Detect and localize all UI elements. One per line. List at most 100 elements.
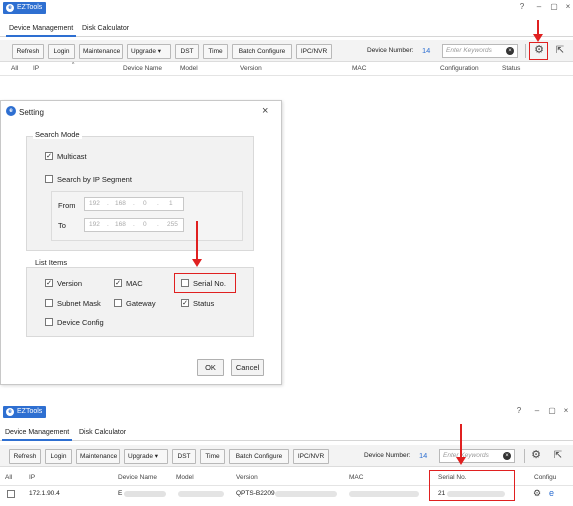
device-config-checkbox[interactable] [45, 318, 53, 326]
ip-dot: . [157, 200, 159, 207]
ok-button[interactable]: OK [197, 359, 224, 376]
mac-checkbox[interactable]: ✓ [114, 279, 122, 287]
col-all[interactable]: All [11, 65, 18, 72]
arrow-to-serial-no-head [192, 259, 202, 267]
search-input[interactable]: Enter Keywords × [439, 449, 515, 463]
col-mac[interactable]: MAC [352, 65, 366, 72]
maintenance-button[interactable]: Maintenance [76, 449, 120, 464]
to-ip-field[interactable]: 192 . 168 . 0 . 255 [84, 218, 184, 232]
blurred-mac [349, 491, 419, 497]
ez-logo-icon: e [6, 408, 14, 416]
col-device-name[interactable]: Device Name [123, 65, 162, 72]
ip-dot: . [107, 221, 109, 228]
gateway-label: Gateway [126, 299, 156, 308]
bottom-tab-bar: Device Management Disk Calculator [0, 426, 573, 441]
dst-button[interactable]: DST [172, 449, 196, 464]
col-model[interactable]: Model [176, 474, 194, 481]
close-icon[interactable]: × [563, 2, 573, 12]
dst-button[interactable]: DST [175, 44, 199, 59]
from-ip-octet-1: 192 [89, 200, 100, 207]
help-icon[interactable]: ? [517, 2, 527, 12]
tab-device-management[interactable]: Device Management [6, 22, 77, 37]
batch-configure-button[interactable]: Batch Configure [232, 44, 292, 59]
ipc-nvr-button[interactable]: IPC/NVR [296, 44, 332, 59]
list-items-label: List Items [33, 258, 70, 267]
ip-dot: . [107, 200, 109, 207]
upgrade-label: Upgrade [131, 48, 156, 55]
from-ip-octet-3: 0 [143, 200, 147, 207]
top-table-header: All IP ^ Device Name Model Version MAC C… [0, 62, 573, 76]
version-checkbox[interactable]: ✓ [45, 279, 53, 287]
row-checkbox[interactable] [7, 490, 15, 498]
export-icon[interactable]: ⇱ [551, 448, 565, 463]
upgrade-button[interactable]: Upgrade ▾ [127, 44, 171, 59]
arrow-to-serial-column [460, 424, 462, 459]
search-input[interactable]: Enter Keywords × [442, 44, 518, 58]
app-logo: e EZTools [3, 2, 47, 14]
col-version[interactable]: Version [236, 474, 258, 481]
status-checkbox[interactable]: ✓ [181, 299, 189, 307]
clear-search-icon[interactable]: × [503, 452, 511, 460]
subnet-mask-checkbox[interactable] [45, 299, 53, 307]
batch-configure-button[interactable]: Batch Configure [229, 449, 289, 464]
bottom-title-bar: e EZTools ? – ▢ × [0, 404, 573, 420]
blurred-version [275, 491, 337, 497]
from-label: From [58, 201, 76, 210]
refresh-button[interactable]: Refresh [12, 44, 44, 59]
gear-icon[interactable]: ⚙ [532, 43, 546, 58]
subnet-mask-label: Subnet Mask [57, 299, 101, 308]
export-icon[interactable]: ⇱ [553, 43, 567, 58]
search-placeholder: Enter Keywords [446, 47, 492, 54]
col-ip[interactable]: IP [29, 474, 35, 481]
serial-column-highlight-box [429, 470, 515, 501]
to-ip-octet-4: 255 [167, 221, 178, 228]
toolbar-divider [524, 449, 525, 463]
close-icon[interactable]: × [561, 406, 571, 416]
maximize-icon[interactable]: ▢ [549, 2, 559, 12]
minimize-icon[interactable]: – [534, 2, 544, 12]
gateway-checkbox[interactable] [114, 299, 122, 307]
from-ip-field[interactable]: 192 . 168 . 0 . 1 [84, 197, 184, 211]
row-gear-icon[interactable]: ⚙ [533, 488, 541, 499]
row-ip: 172.1.90.4 [29, 490, 60, 497]
dialog-close-icon[interactable]: × [262, 105, 268, 117]
ipc-nvr-button[interactable]: IPC/NVR [293, 449, 329, 464]
refresh-button[interactable]: Refresh [9, 449, 41, 464]
to-ip-octet-1: 192 [89, 221, 100, 228]
gear-icon[interactable]: ⚙ [529, 448, 543, 463]
col-version[interactable]: Version [240, 65, 262, 72]
cancel-button[interactable]: Cancel [231, 359, 264, 376]
time-button[interactable]: Time [200, 449, 225, 464]
top-tab-bar: Device Management Disk Calculator [0, 22, 573, 37]
tab-disk-calculator-bottom[interactable]: Disk Calculator [76, 426, 129, 441]
col-mac[interactable]: MAC [349, 474, 363, 481]
row-browser-icon[interactable]: e [549, 488, 554, 498]
ip-segment-checkbox[interactable] [45, 175, 53, 183]
tab-device-management-bottom[interactable]: Device Management [2, 426, 73, 441]
maximize-icon[interactable]: ▢ [547, 406, 557, 416]
maintenance-button[interactable]: Maintenance [79, 44, 123, 59]
col-ip[interactable]: IP [33, 65, 39, 72]
clear-search-icon[interactable]: × [506, 47, 514, 55]
multicast-checkbox[interactable]: ✓ [45, 152, 53, 160]
serial-no-checkbox[interactable] [181, 279, 189, 287]
time-button[interactable]: Time [203, 44, 228, 59]
help-icon[interactable]: ? [514, 406, 524, 416]
arrow-to-serial-no [196, 221, 198, 261]
login-button[interactable]: Login [48, 44, 75, 59]
col-all[interactable]: All [5, 474, 12, 481]
minimize-icon[interactable]: – [532, 406, 542, 416]
app-title-bottom: EZTools [17, 408, 43, 415]
login-button[interactable]: Login [45, 449, 72, 464]
col-status[interactable]: Status [502, 65, 520, 72]
to-label: To [58, 221, 66, 230]
upgrade-button[interactable]: Upgrade ▾ [124, 449, 168, 464]
col-model[interactable]: Model [180, 65, 198, 72]
col-configuration[interactable]: Configuration [440, 65, 479, 72]
col-configuration[interactable]: Configu [534, 474, 556, 481]
search-mode-label: Search Mode [33, 130, 82, 139]
serial-no-label: Serial No. [193, 279, 226, 288]
col-device-name[interactable]: Device Name [118, 474, 157, 481]
tab-disk-calculator[interactable]: Disk Calculator [79, 22, 132, 37]
top-title-bar: e EZTools ? – ▢ × [0, 0, 573, 16]
